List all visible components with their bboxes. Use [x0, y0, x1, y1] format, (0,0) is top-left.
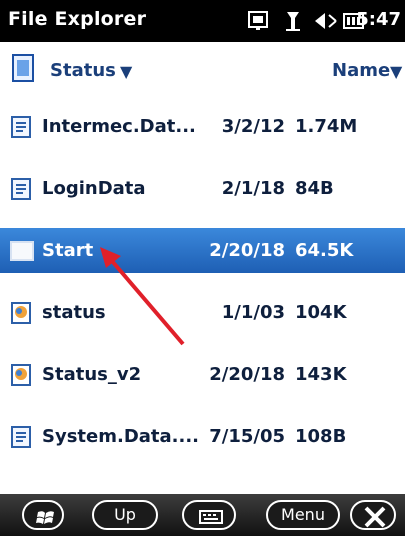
network-icon[interactable] [246, 9, 272, 33]
clock[interactable]: 5:47 [356, 9, 401, 30]
app-icon [10, 364, 34, 386]
file-date: 7/15/05 [209, 426, 285, 447]
file-name: Intermec.Dat... [42, 116, 196, 137]
file-size: 64.5K [295, 240, 354, 261]
list-item-selected[interactable]: Start 2/20/18 64.5K [0, 228, 405, 273]
file-size: 108B [295, 426, 347, 447]
app-icon [10, 302, 34, 324]
list-item[interactable]: Intermec.Dat... 3/2/12 1.74M [0, 104, 405, 149]
file-date: 2/20/18 [209, 364, 285, 385]
current-folder-label[interactable]: Status [50, 60, 116, 81]
list-item[interactable]: LoginData 2/1/18 84B [0, 166, 405, 211]
list-header: Status ▼ Name ▼ [0, 42, 405, 104]
file-name: LoginData [42, 178, 146, 199]
list-item[interactable]: status 1/1/03 104K [0, 290, 405, 335]
folder-icon[interactable] [12, 54, 34, 82]
bottom-command-bar: Up Menu [0, 494, 405, 536]
file-size: 84B [295, 178, 334, 199]
menu-button[interactable]: Menu [266, 500, 340, 530]
file-name: Start [42, 240, 94, 261]
file-name: Status_v2 [42, 364, 142, 385]
up-button[interactable]: Up [92, 500, 158, 530]
list-item[interactable]: Status_v2 2/20/18 143K [0, 352, 405, 397]
sort-by-label[interactable]: Name [332, 60, 390, 81]
signal-icon[interactable] [283, 9, 303, 33]
close-icon[interactable] [350, 500, 396, 530]
keyboard-icon[interactable] [182, 500, 236, 530]
file-name: status [42, 302, 106, 323]
document-icon [10, 116, 34, 138]
file-name: System.Data.... [42, 426, 200, 447]
file-date: 3/2/12 [221, 116, 285, 137]
file-date: 1/1/03 [221, 302, 285, 323]
file-date: 2/20/18 [209, 240, 285, 261]
start-button[interactable] [22, 500, 64, 530]
document-icon [10, 426, 34, 448]
blank-file-icon [10, 240, 34, 262]
file-size: 104K [295, 302, 347, 323]
volume-muted-icon[interactable] [312, 9, 340, 33]
sort-dropdown-icon[interactable]: ▼ [390, 62, 402, 81]
status-bar: File Explorer 5:47 [0, 0, 405, 42]
folder-dropdown-icon[interactable]: ▼ [120, 62, 132, 81]
file-date: 2/1/18 [221, 178, 285, 199]
document-icon [10, 178, 34, 200]
file-size: 143K [295, 364, 347, 385]
list-item[interactable]: System.Data.... 7/15/05 108B [0, 414, 405, 459]
window-title: File Explorer [8, 8, 147, 30]
file-size: 1.74M [295, 116, 358, 137]
